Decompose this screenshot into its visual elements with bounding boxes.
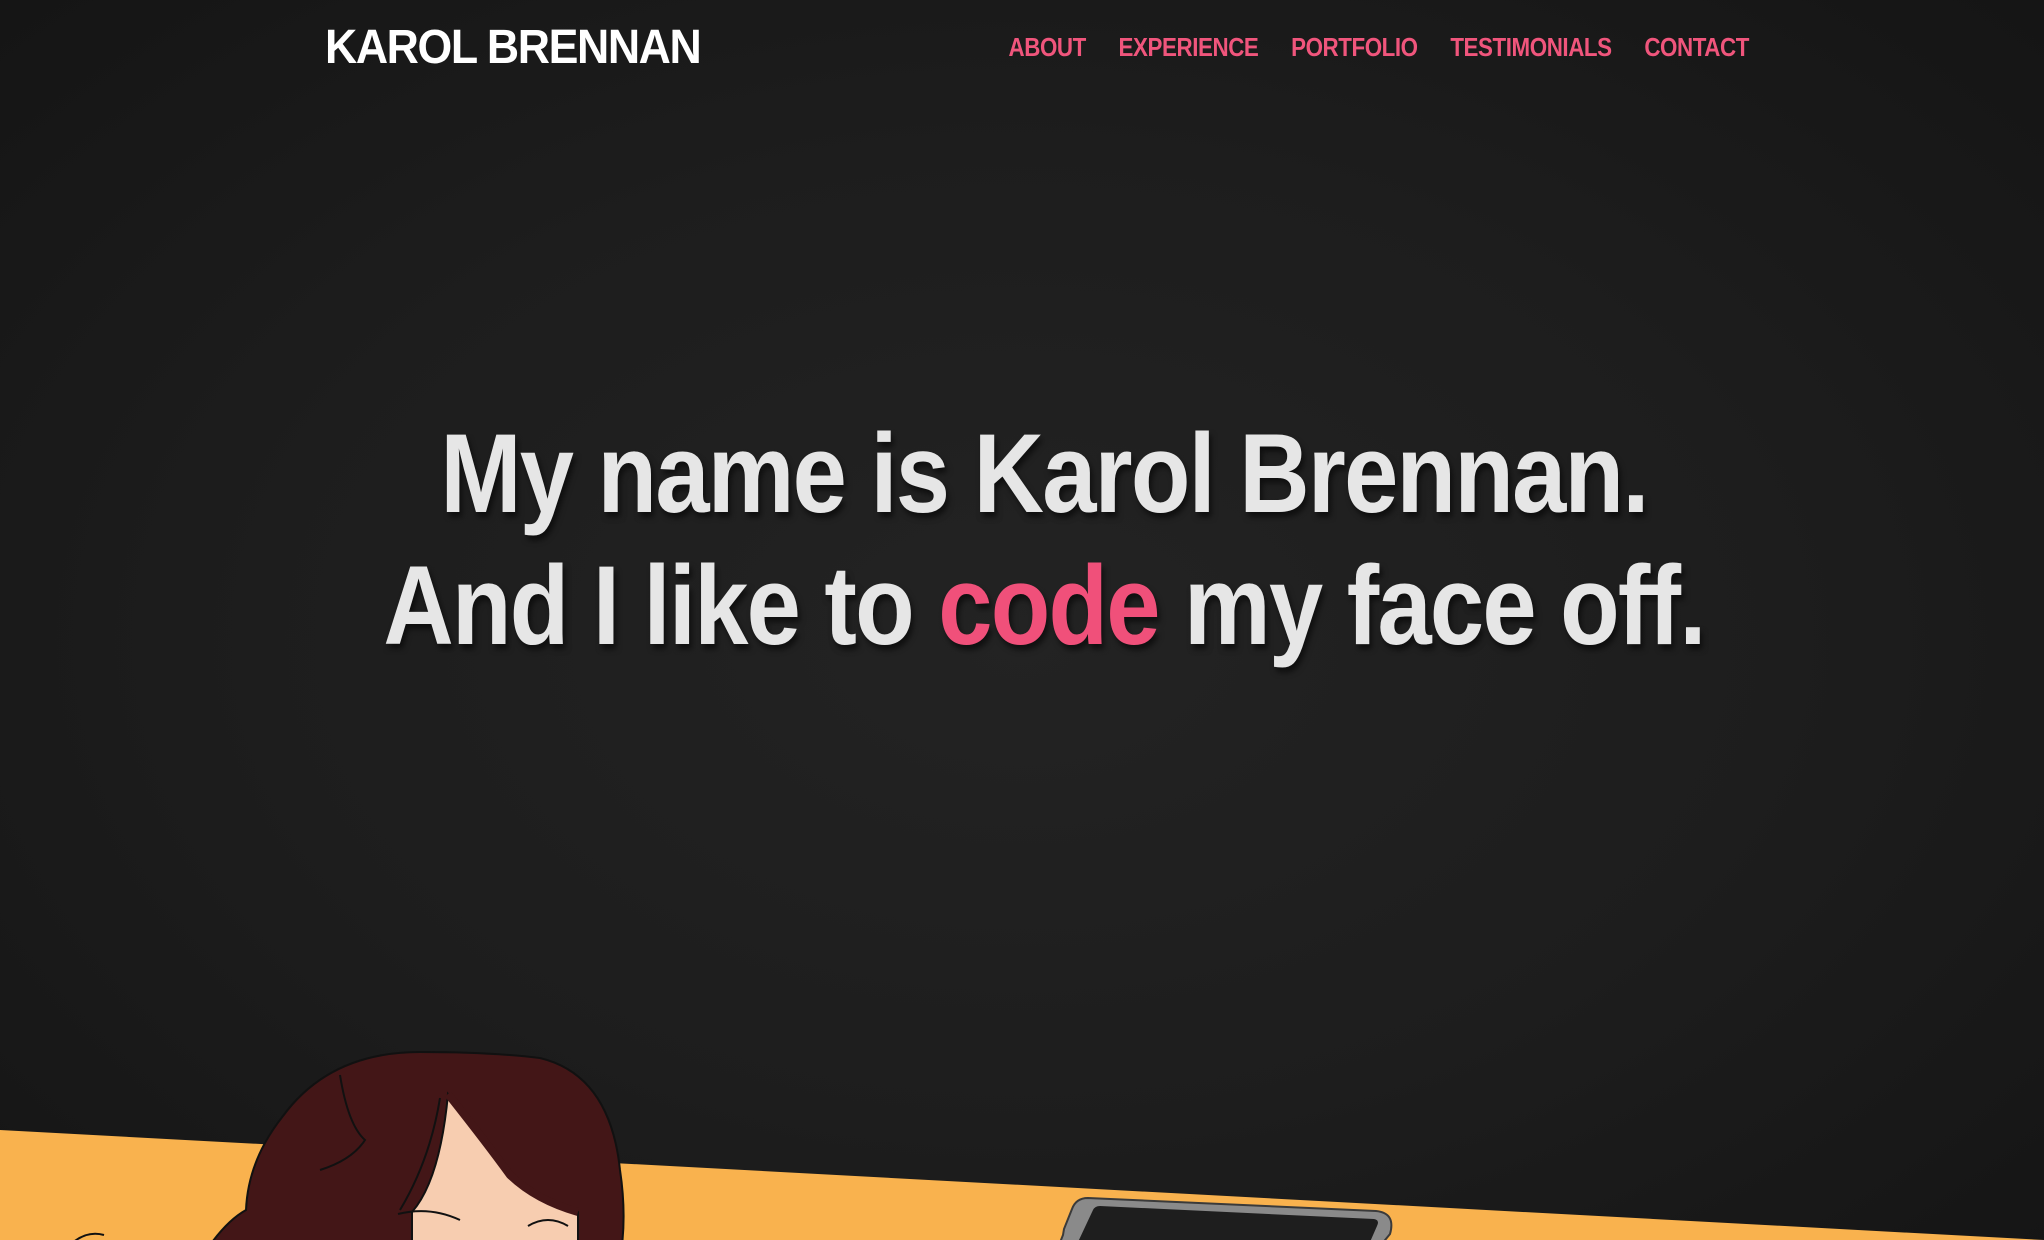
page: KAROL BRENNAN ABOUT EXPERIENCE PORTFOLIO… [0,0,2044,1240]
site-logo[interactable]: KAROL BRENNAN [325,22,702,74]
hero-line-2-start: And I like to [383,543,939,668]
hero-line-2: And I like to code my face off. [136,540,1953,672]
hero-line-2-end: my face off. [1158,543,1706,668]
nav-link-about[interactable]: ABOUT [1009,30,1087,64]
nav-link-experience[interactable]: EXPERIENCE [1119,30,1259,64]
main-nav: ABOUT EXPERIENCE PORTFOLIO TESTIMONIALS … [976,30,1750,64]
desk-scene-illustration [0,1050,2044,1240]
nav-link-contact[interactable]: CONTACT [1644,30,1749,64]
hero-accent-word: code [938,543,1160,668]
nav-link-portfolio[interactable]: PORTFOLIO [1291,30,1418,64]
site-header: KAROL BRENNAN ABOUT EXPERIENCE PORTFOLIO… [0,0,2044,100]
hero-line-1: My name is Karol Brennan. [440,411,1649,536]
hero-headline: My name is Karol Brennan. And I like to … [136,408,1953,672]
nav-link-testimonials[interactable]: TESTIMONIALS [1450,30,1612,64]
